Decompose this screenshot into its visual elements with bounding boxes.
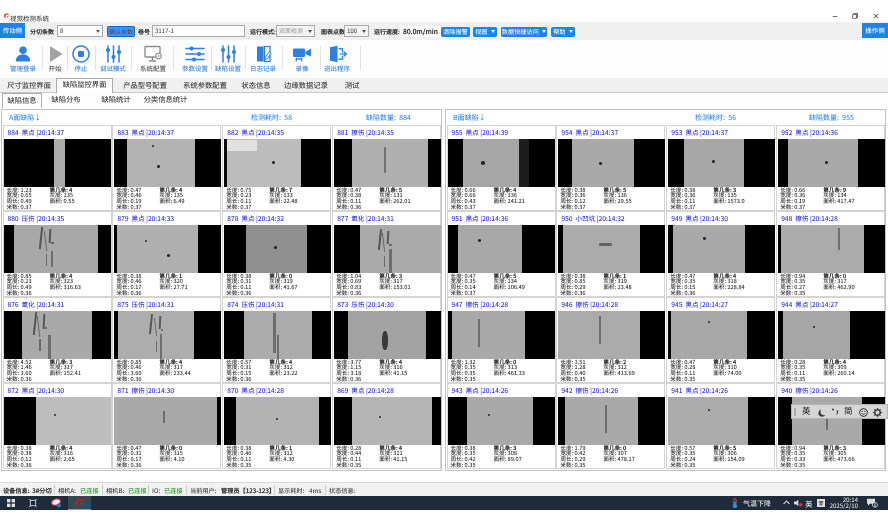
svg-text:6: 6 <box>874 503 877 508</box>
